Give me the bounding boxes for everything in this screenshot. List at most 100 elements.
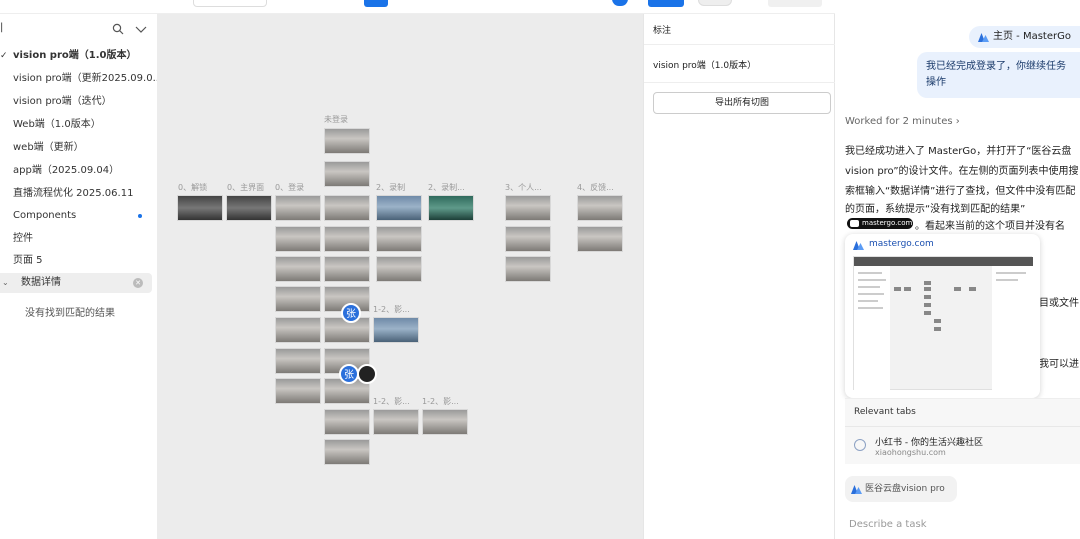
current-page-name: vision pro端（1.0版本）	[653, 61, 757, 71]
relevant-tabs-box: Relevant tabs 小红书 - 你的生活兴趣社区 xiaohongshu…	[845, 398, 1080, 464]
frame-thumbnail[interactable]	[505, 256, 551, 282]
user-message: 我已经完成登录了，你继续任务操作	[917, 52, 1080, 98]
search-icon[interactable]	[112, 23, 124, 35]
frame-label: 1-2、影...	[422, 397, 459, 406]
sidebar-item-label: Web端（1.0版本）	[13, 119, 101, 130]
frame-thumbnail[interactable]	[422, 409, 468, 435]
toolbar-share-button[interactable]	[648, 0, 684, 7]
collaborator-avatar[interactable]: 张	[341, 303, 361, 323]
task-input[interactable]	[849, 516, 1069, 532]
export-slices-button[interactable]: 导出所有切图	[653, 92, 831, 114]
toolbar-grey-button[interactable]	[768, 0, 822, 7]
frame-thumbnail[interactable]	[324, 128, 370, 154]
preview-thumb	[924, 311, 931, 315]
clear-icon[interactable]: ✕	[133, 278, 143, 288]
collaborator-avatar[interactable]: 张	[339, 364, 359, 384]
preview-line	[858, 293, 884, 295]
preview-thumb	[954, 287, 961, 291]
chevron-down-icon[interactable]	[135, 24, 147, 34]
frame-label: 0、主界面	[227, 183, 265, 192]
top-toolbar	[0, 0, 835, 14]
preview-site-label: mastergo.com	[869, 239, 934, 249]
check-icon: ✓	[0, 51, 8, 61]
sidebar-item-page[interactable]: web端（更新）	[0, 138, 157, 158]
chevron-right-icon: ›	[955, 116, 960, 127]
context-tab-chip[interactable]: 医谷云盘vision pro	[845, 476, 957, 502]
frame-thumbnail[interactable]	[376, 256, 422, 282]
frame-thumbnail[interactable]	[275, 256, 321, 282]
frame-thumbnail[interactable]	[275, 378, 321, 404]
sidebar-item-page[interactable]: 控件	[0, 229, 157, 249]
frame-thumbnail[interactable]	[226, 195, 272, 221]
sidebar-item-page[interactable]: 页面 5	[0, 251, 157, 271]
sidebar-item-page[interactable]: ✓ vision pro端（1.0版本）	[0, 46, 157, 66]
page-search-input[interactable]: ⌄ 数据详情 ✕	[0, 273, 152, 293]
relevant-tab-name[interactable]: 小红书 - 你的生活兴趣社区	[875, 435, 983, 448]
sidebar-item-label: app端（2025.09.04）	[13, 165, 120, 176]
frame-thumbnail[interactable]	[376, 195, 422, 221]
preview-line	[858, 300, 878, 302]
frame-thumbnail[interactable]	[577, 195, 623, 221]
frame-thumbnail[interactable]	[275, 286, 321, 312]
frame-thumbnail[interactable]	[428, 195, 474, 221]
mastergo-logo-icon	[978, 33, 989, 42]
mastergo-logo-icon	[853, 241, 864, 250]
divider	[644, 44, 836, 45]
reply-line: vision pro”的设计文件。在左侧的页面列表中使用搜	[845, 166, 1079, 177]
preview-props	[992, 266, 1033, 391]
preview-thumb	[934, 319, 941, 323]
preview-thumb	[934, 327, 941, 331]
collaborator-photo-avatar[interactable]	[357, 364, 377, 384]
toolbar-select-tool[interactable]	[364, 0, 388, 7]
toolbar-dropdown[interactable]	[193, 0, 267, 7]
worked-duration[interactable]: Worked for 2 minutes ›	[845, 116, 960, 127]
sidebar-item-page[interactable]: Components	[0, 206, 157, 226]
frame-thumbnail[interactable]	[324, 195, 370, 221]
preview-line	[858, 307, 883, 309]
frame-thumbnail[interactable]	[505, 195, 551, 221]
frame-label: 0、登录	[275, 183, 305, 192]
tab-title: 主页 - MasterGo	[993, 31, 1071, 42]
frame-thumbnail[interactable]	[373, 317, 419, 343]
sidebar-item-page[interactable]: app端（2025.09.04）	[0, 161, 157, 181]
sidebar-item-label: 控件	[13, 233, 33, 244]
frame-thumbnail[interactable]	[324, 256, 370, 282]
mastergo-logo-icon	[851, 485, 862, 494]
frame-thumbnail[interactable]	[505, 226, 551, 252]
sidebar-item-page[interactable]: vision pro端（更新2025.09.0...	[0, 69, 157, 89]
annotation-tab[interactable]: 标注	[653, 23, 671, 36]
frame-thumbnail[interactable]	[577, 226, 623, 252]
frame-label: 0、解锁	[178, 183, 208, 192]
preview-line	[858, 286, 880, 288]
frame-thumbnail[interactable]	[275, 226, 321, 252]
sidebar-item-page[interactable]: Web端（1.0版本）	[0, 115, 157, 135]
frame-thumbnail[interactable]	[275, 348, 321, 374]
toolbar-toggle[interactable]	[698, 0, 732, 6]
preview-sidebar	[854, 266, 890, 391]
frame-thumbnail[interactable]	[275, 317, 321, 343]
current-tab-pill[interactable]: 主页 - MasterGo	[969, 26, 1080, 48]
frame-thumbnail[interactable]	[324, 226, 370, 252]
design-canvas[interactable]: 未登录 0、解锁 0、主界面 0、登录 2、录制 2、录制... 3、个人...…	[157, 14, 643, 539]
worked-text: Worked for 2 minutes	[845, 116, 953, 127]
frame-thumbnail[interactable]	[324, 161, 370, 187]
frame-thumbnail[interactable]	[324, 439, 370, 465]
frame-thumbnail[interactable]	[275, 195, 321, 221]
source-chip[interactable]: mastergo.com	[847, 218, 913, 229]
toolbar-user-avatar[interactable]	[612, 0, 628, 6]
frame-thumbnail[interactable]	[373, 409, 419, 435]
preview-line	[996, 279, 1018, 281]
app-window: | ✓ vision pro端（1.0版本） vision pro端（更新202…	[0, 0, 1080, 539]
frame-thumbnail[interactable]	[376, 226, 422, 252]
sidebar-item-page[interactable]: vision pro端（迭代）	[0, 92, 157, 112]
preview-thumb	[924, 281, 931, 285]
sidebar-item-page[interactable]: 直播流程优化 2025.06.11	[0, 184, 157, 204]
frame-thumbnail[interactable]	[324, 409, 370, 435]
link-preview-card[interactable]: mastergo.com	[845, 234, 1040, 398]
empty-result-text: 没有找到匹配的结果	[25, 308, 115, 319]
sidebar-header-mark: |	[0, 22, 4, 33]
frame-thumbnail[interactable]	[177, 195, 223, 221]
reply-line: 索框输入“数据详情”进行了查找，但文件中没有匹配	[845, 186, 1076, 197]
sidebar-item-label: web端（更新）	[13, 142, 84, 153]
divider	[845, 426, 1080, 427]
